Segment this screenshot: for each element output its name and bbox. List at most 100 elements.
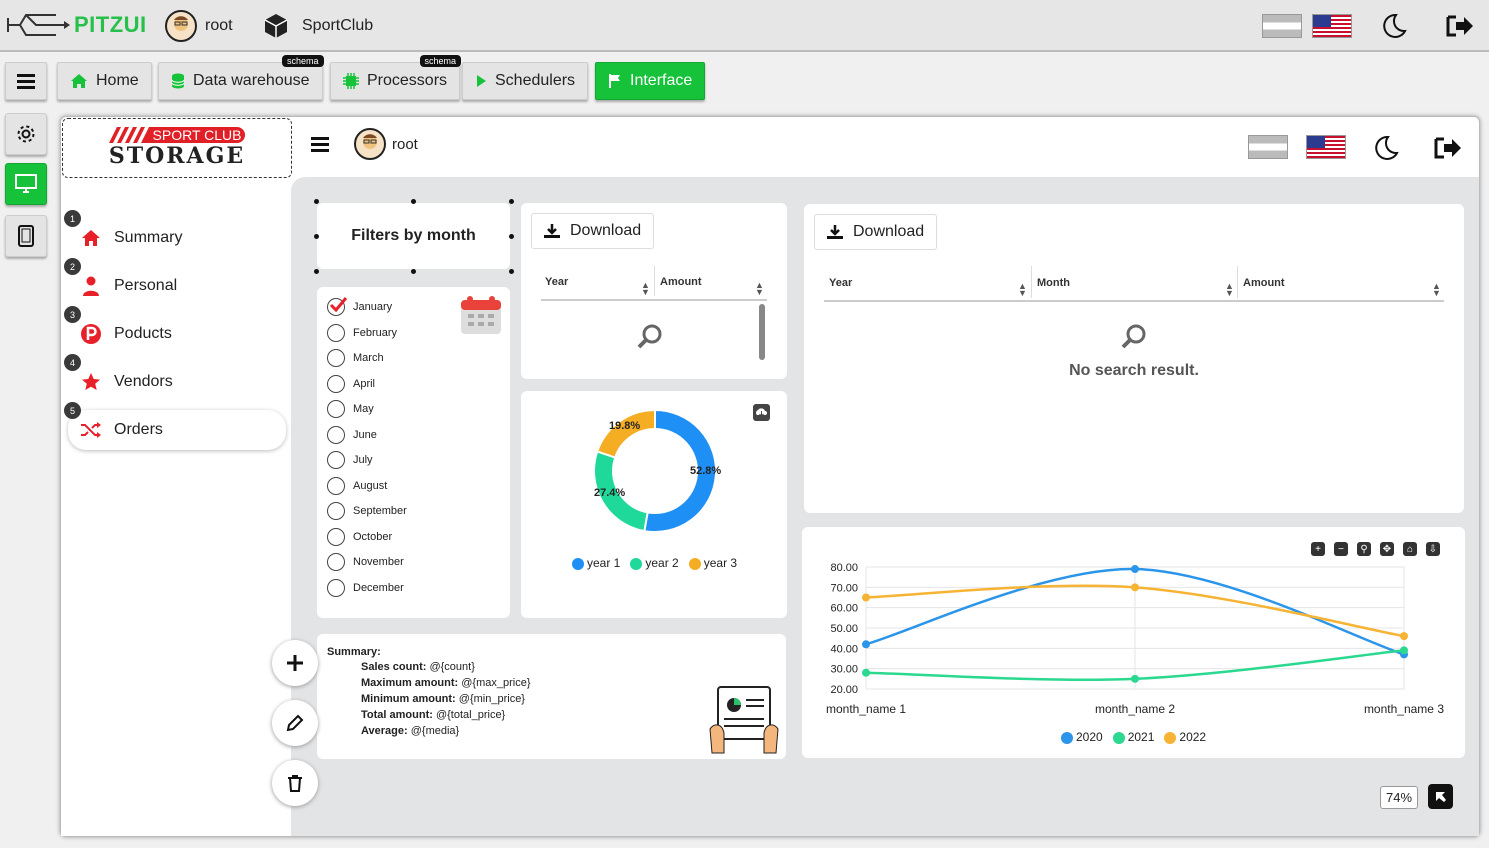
tablet-view-button[interactable] xyxy=(5,215,47,257)
inner-hamburger-icon[interactable] xyxy=(311,136,329,154)
reset-home-icon[interactable]: ⌂ xyxy=(1403,542,1417,556)
sidebar-item-label: Summary xyxy=(114,229,183,246)
data-point[interactable] xyxy=(862,668,870,677)
month-option-august[interactable]: August xyxy=(327,476,388,495)
pan-icon[interactable]: ✥ xyxy=(1380,542,1394,556)
data-point[interactable] xyxy=(1400,632,1408,641)
inner-lang-flag-us[interactable] xyxy=(1306,135,1346,159)
nav-data-warehouse[interactable]: Data warehouse schema xyxy=(158,55,324,100)
nav-home[interactable]: Home xyxy=(57,62,152,100)
cloud-download-icon[interactable] xyxy=(753,404,770,421)
avatar xyxy=(165,10,197,42)
scrollbar[interactable] xyxy=(759,304,765,360)
logout-icon[interactable] xyxy=(1446,14,1474,38)
month-option-may[interactable]: May xyxy=(327,400,374,418)
nav-processors[interactable]: Processors schema xyxy=(330,55,462,100)
sidebar-item-poducts[interactable]: 3 Poducts xyxy=(64,306,286,354)
data-point[interactable] xyxy=(1400,646,1408,655)
radio-button[interactable] xyxy=(327,451,345,469)
month-label: February xyxy=(353,326,398,339)
month-label: August xyxy=(353,479,388,492)
data-point[interactable] xyxy=(862,593,870,602)
month-option-february[interactable]: February xyxy=(327,323,398,342)
zoom-out-icon[interactable]: − xyxy=(1334,542,1348,556)
sort-icon[interactable]: ▼ xyxy=(755,287,764,297)
calendar-icon[interactable] xyxy=(460,295,502,335)
magnifier-icon[interactable]: ⚲ xyxy=(1357,542,1371,556)
sort-icon[interactable]: ▼ xyxy=(641,287,650,297)
month-option-june[interactable]: June xyxy=(327,425,377,444)
inner-lang-flag-ar[interactable] xyxy=(1248,135,1288,159)
radio-button[interactable] xyxy=(327,323,345,342)
legend-item[interactable]: 2021 xyxy=(1112,730,1154,744)
radio-button[interactable] xyxy=(327,297,348,316)
user-menu[interactable]: root xyxy=(165,10,233,42)
month-option-october[interactable]: October xyxy=(327,527,392,546)
main-menu-button[interactable] xyxy=(5,62,47,100)
nav-schedulers[interactable]: Schedulers xyxy=(462,62,589,100)
inner-moon-icon[interactable] xyxy=(1372,134,1400,162)
radio-button[interactable] xyxy=(327,527,345,546)
radio-button[interactable] xyxy=(327,400,345,418)
sidebar-item-orders[interactable]: 5 Orders xyxy=(64,402,286,450)
radio-button[interactable] xyxy=(327,476,345,495)
col-header-month[interactable]: Month xyxy=(1037,277,1070,289)
radio-button[interactable] xyxy=(327,425,345,444)
nav-interface[interactable]: Interface xyxy=(595,62,706,100)
month-label: January xyxy=(353,301,393,313)
delete-button[interactable] xyxy=(272,760,318,806)
edit-button[interactable] xyxy=(272,700,318,746)
month-option-january[interactable]: January xyxy=(327,297,393,316)
data-point[interactable] xyxy=(1131,565,1139,574)
filter-title-card[interactable]: Filters by month xyxy=(317,203,510,269)
radio-button[interactable] xyxy=(327,553,345,571)
lang-flag-ar[interactable] xyxy=(1262,14,1302,38)
sort-icon[interactable]: ▼ xyxy=(1018,288,1027,298)
col-header-amount[interactable]: Amount xyxy=(660,276,702,288)
month-option-march[interactable]: March xyxy=(327,349,384,367)
inner-logout-icon[interactable] xyxy=(1434,136,1462,160)
zoom-in-icon[interactable]: + xyxy=(1311,542,1325,556)
table-card-2 xyxy=(804,204,1464,513)
month-option-december[interactable]: December xyxy=(327,578,404,597)
data-point[interactable] xyxy=(1131,674,1139,683)
zoom-level[interactable]: 74% xyxy=(1380,786,1419,809)
month-option-july[interactable]: July xyxy=(327,451,373,469)
legend-item[interactable]: year 3 xyxy=(688,556,737,570)
sidebar-item-summary[interactable]: 1 Summary xyxy=(64,210,286,258)
month-option-september[interactable]: September xyxy=(327,502,407,520)
col-header-year[interactable]: Year xyxy=(829,277,852,289)
radio-button[interactable] xyxy=(327,349,345,367)
col-header-amount[interactable]: Amount xyxy=(1243,277,1285,289)
radio-button[interactable] xyxy=(327,502,345,520)
summary-key: Sales count: xyxy=(361,661,427,673)
project-selector[interactable]: SportClub xyxy=(262,12,373,40)
radio-button[interactable] xyxy=(327,578,345,597)
month-option-april[interactable]: April xyxy=(327,374,375,393)
download-button-2[interactable]: Download xyxy=(814,214,938,250)
sort-icon[interactable]: ▼ xyxy=(1432,288,1441,298)
brand-logo[interactable]: PITZUI xyxy=(6,10,147,40)
download-button-1[interactable]: Download xyxy=(531,213,655,249)
lang-flag-us[interactable] xyxy=(1312,14,1352,38)
legend-item[interactable]: 2022 xyxy=(1164,730,1206,744)
donut-slice-3[interactable] xyxy=(595,408,656,459)
cursor-tool-button[interactable] xyxy=(1428,784,1453,809)
col-header-year[interactable]: Year xyxy=(545,276,568,288)
data-point[interactable] xyxy=(862,640,870,649)
sort-icon[interactable]: ▼ xyxy=(1225,288,1234,298)
legend-item[interactable]: 2020 xyxy=(1061,730,1103,744)
moon-icon[interactable] xyxy=(1380,12,1408,40)
legend-item[interactable]: year 1 xyxy=(572,556,620,570)
legend-item[interactable]: year 2 xyxy=(630,556,679,570)
sidebar-item-vendors[interactable]: 4 Vendors xyxy=(64,354,286,402)
month-option-november[interactable]: November xyxy=(327,553,404,571)
sidebar-item-personal[interactable]: 2 Personal xyxy=(64,258,286,306)
cloud-download-icon[interactable]: ⇩ xyxy=(1426,542,1440,556)
add-button[interactable] xyxy=(272,640,318,686)
settings-button[interactable] xyxy=(5,113,47,155)
radio-button[interactable] xyxy=(327,374,345,393)
inner-user-menu[interactable]: root xyxy=(354,128,418,160)
desktop-view-button[interactable] xyxy=(5,163,47,205)
data-point[interactable] xyxy=(1131,583,1139,592)
